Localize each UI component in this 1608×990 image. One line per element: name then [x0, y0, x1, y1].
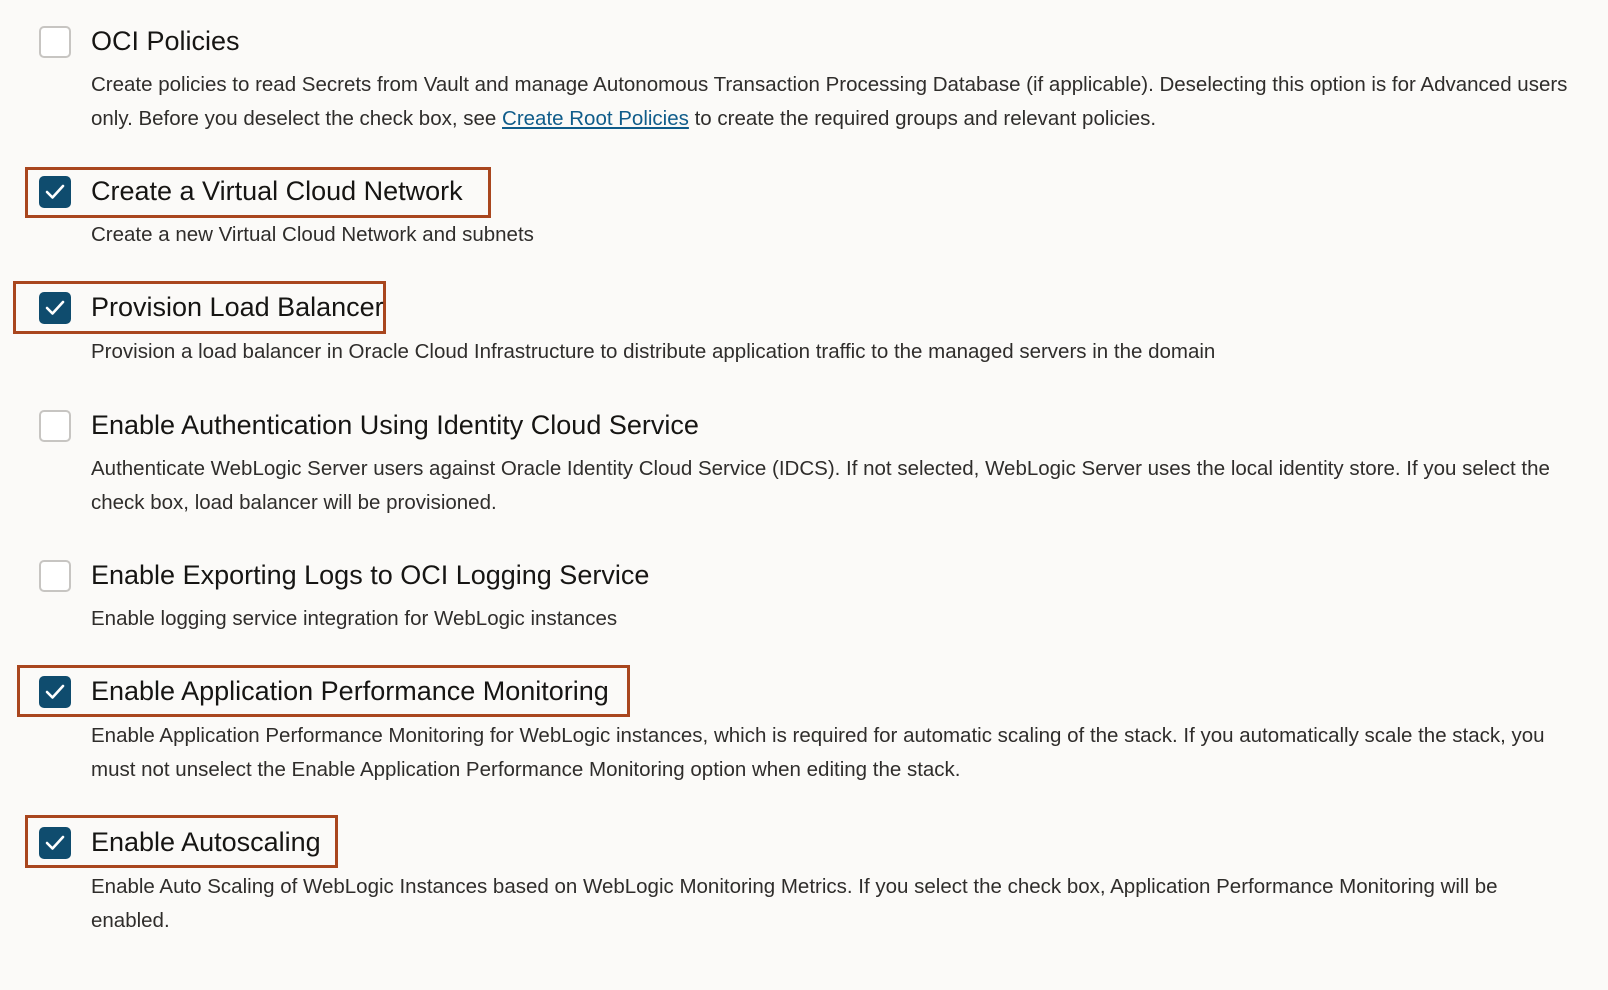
checkmark-icon: [45, 300, 65, 315]
oci-policies-checkbox[interactable]: [39, 26, 71, 58]
enable-logging-title: Enable Exporting Logs to OCI Logging Ser…: [91, 560, 650, 590]
create-root-policies-link[interactable]: Create Root Policies: [502, 107, 689, 130]
enable-logging-description: Enable logging service integration for W…: [91, 607, 618, 630]
create-vcn-checkbox[interactable]: [39, 176, 71, 208]
enable-idcs-checkbox[interactable]: [39, 410, 71, 442]
enable-idcs-title: Enable Authentication Using Identity Clo…: [91, 410, 699, 440]
enable-logging-checkbox[interactable]: [39, 560, 71, 592]
enable-apm-title: Enable Application Performance Monitorin…: [91, 676, 609, 706]
checkmark-icon: [45, 684, 65, 699]
enable-idcs-description: Authenticate WebLogic Server users again…: [91, 457, 1550, 514]
enable-apm-description: Enable Application Performance Monitorin…: [91, 724, 1545, 781]
checkmark-icon: [45, 184, 65, 199]
provision-load-balancer-checkbox[interactable]: [39, 292, 71, 324]
oci-policies-description-text-end: to create the required groups and releva…: [688, 107, 1157, 130]
checkmark-icon: [45, 835, 65, 850]
provision-load-balancer-description: Provision a load balancer in Oracle Clou…: [91, 340, 1216, 363]
create-vcn-description: Create a new Virtual Cloud Network and s…: [91, 223, 534, 246]
create-vcn-title: Create a Virtual Cloud Network: [91, 176, 463, 206]
oci-policies-title: OCI Policies: [91, 26, 240, 56]
enable-autoscaling-description: Enable Auto Scaling of WebLogic Instance…: [91, 875, 1498, 932]
enable-autoscaling-checkbox[interactable]: [39, 827, 71, 859]
enable-autoscaling-title: Enable Autoscaling: [91, 827, 321, 857]
enable-apm-checkbox[interactable]: [39, 676, 71, 708]
oci-policies-description: Create policies to read Secrets from Vau…: [91, 68, 1571, 136]
provision-load-balancer-title: Provision Load Balancer: [91, 292, 384, 322]
